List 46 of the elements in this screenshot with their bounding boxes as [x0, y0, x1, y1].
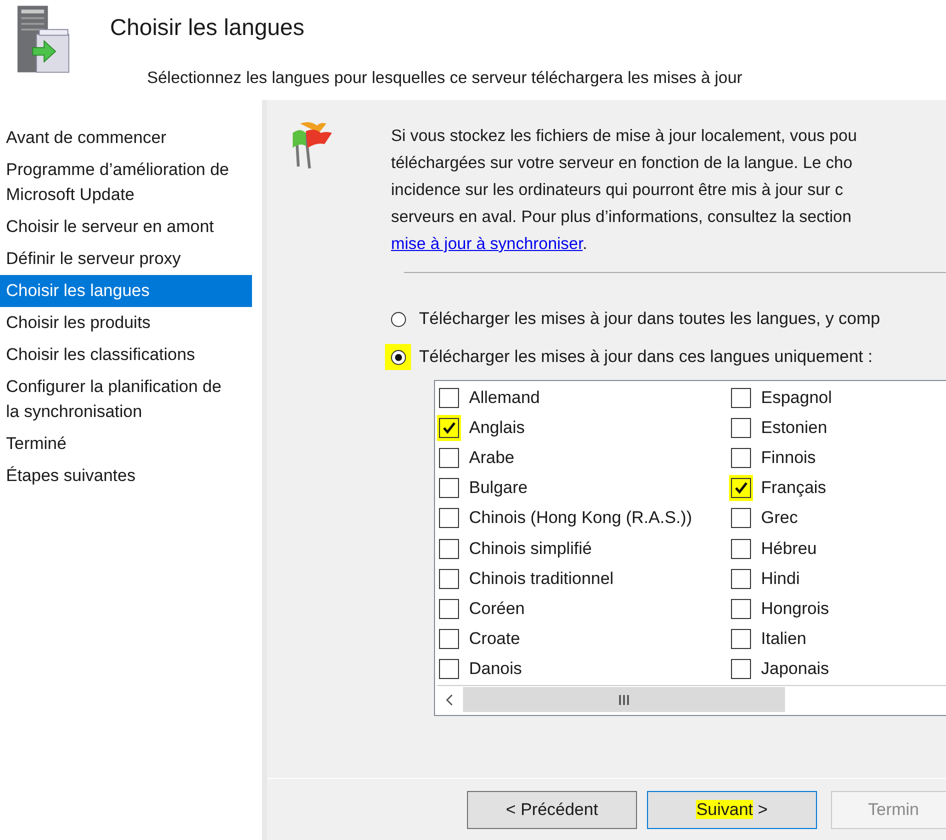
wizard-button[interactable]: Suivant >: [647, 790, 817, 828]
page-title: Choisir les langues: [110, 14, 304, 41]
language-label: Français: [761, 478, 826, 498]
language-label: Italien: [761, 628, 806, 649]
intro-paragraph: Si vous stockez les fichiers de mise à jour localement, vous pou téléchargées sur votre serveur en fonction de la langue. Le cho incidence sur les ordinateurs qui pourront être mis à jour sur c serveurs en aval. Pour plus d’informations, consultez la section mise à jour à synchroniser.: [391, 126, 857, 255]
language-label: Anglais: [469, 418, 525, 438]
wizard-step[interactable]: Choisir les langues: [0, 275, 252, 307]
radio-label: Télécharger les mises à jour dans toutes les langues, y comp: [419, 309, 880, 329]
radio-label: Télécharger les mises à jour dans ces langues uniquement :: [419, 347, 873, 367]
wizard-step[interactable]: Configurer la planification de la synchronisation: [0, 371, 252, 428]
radio-button[interactable]: [385, 344, 411, 370]
scroll-left-icon[interactable]: [445, 694, 455, 706]
language-label: Croate: [469, 628, 520, 649]
wizard-button[interactable]: < Précédent: [467, 790, 637, 828]
wizard-step[interactable]: Choisir les classifications: [0, 339, 252, 371]
language-label: Chinois simplifié: [469, 538, 592, 559]
wizard-step[interactable]: Programme d’amélioration de Microsoft Update: [0, 154, 252, 211]
language-label: Danois: [469, 658, 522, 679]
language-label: Allemand: [469, 388, 540, 408]
language-label: Finnois: [761, 448, 816, 468]
language-label: Chinois traditionnel: [469, 568, 614, 589]
scrollbar-thumb[interactable]: [463, 687, 785, 712]
checkmark-icon: [734, 481, 748, 496]
checkbox[interactable]: [437, 415, 461, 442]
checkmark-icon: [442, 421, 456, 436]
language-label: Coréen: [469, 598, 525, 619]
language-label: Hindi: [761, 568, 800, 589]
language-label: Arabe: [469, 448, 514, 468]
language-label: Grec: [761, 508, 798, 528]
page-subtitle: Sélectionnez les langues pour lesquelles ce serveur téléchargera les mises à jour: [147, 69, 742, 88]
language-label: Japonais: [761, 658, 830, 679]
language-label: Espagnol: [761, 388, 832, 408]
checkbox[interactable]: [729, 475, 753, 502]
wizard-step[interactable]: Définir le serveur proxy: [0, 243, 252, 275]
sync-updates-link[interactable]: mise à jour à synchroniser: [391, 235, 583, 253]
wizard-step[interactable]: Choisir les produits: [0, 307, 252, 339]
language-label: Estonien: [761, 418, 828, 438]
language-label: Hébreu: [761, 538, 817, 559]
wizard-step[interactable]: Étapes suivantes: [0, 460, 252, 492]
wizard-step[interactable]: Terminé: [0, 428, 252, 460]
language-label: Chinois (Hong Kong (R.A.S.)): [469, 508, 692, 528]
horizontal-scrollbar[interactable]: [437, 685, 946, 713]
language-label: Hongrois: [761, 598, 830, 619]
language-label: Bulgare: [469, 478, 528, 498]
wizard-step[interactable]: Choisir le serveur en amont: [0, 211, 252, 243]
wizard-step[interactable]: Avant de commencer: [0, 122, 252, 154]
